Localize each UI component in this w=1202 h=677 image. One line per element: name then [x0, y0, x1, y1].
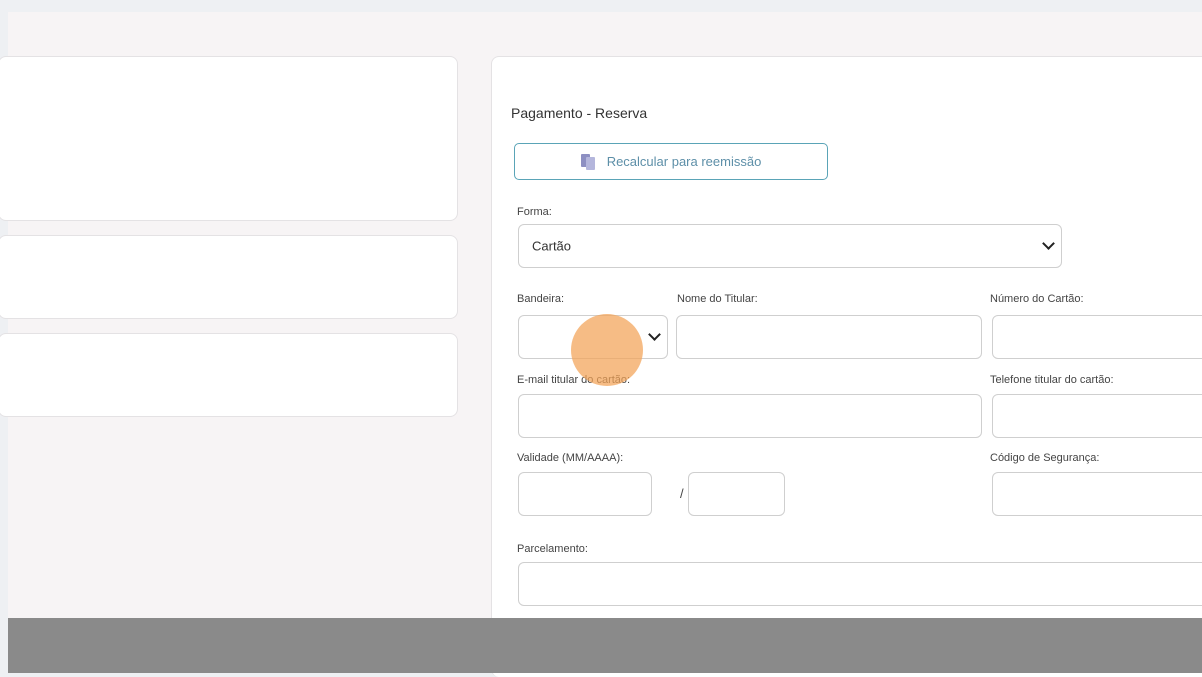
forma-select-value: Cartão — [532, 238, 572, 254]
validade-label: Validade (MM/AAAA): — [517, 452, 624, 464]
validade-month-input[interactable] — [518, 472, 652, 516]
codigo-seguranca-input[interactable] — [992, 472, 1202, 516]
recalc-button[interactable]: Recalcular para reemissão — [514, 143, 828, 180]
bandeira-label: Bandeira: — [517, 293, 565, 305]
documents-icon — [580, 153, 595, 170]
bandeira-select[interactable] — [518, 315, 668, 359]
forma-label: Forma: — [517, 206, 552, 218]
email-titular-label: E-mail titular do cartão: — [517, 374, 631, 386]
forma-select[interactable]: Cartão — [518, 224, 1062, 268]
codigo-seguranca-label: Código de Segurança: — [990, 452, 1100, 464]
chevron-down-icon — [1042, 237, 1055, 250]
validade-year-input[interactable] — [688, 472, 785, 516]
footer-bar — [8, 618, 1202, 673]
left-panel-card-3 — [0, 333, 458, 417]
nome-titular-input[interactable] — [676, 315, 982, 359]
numero-cartao-label: Número do Cartão: — [990, 293, 1084, 305]
telefone-titular-input[interactable] — [992, 394, 1202, 438]
payment-title: Pagamento - Reserva — [511, 105, 648, 121]
chevron-down-icon — [648, 328, 661, 341]
telefone-titular-label: Telefone titular do cartão: — [990, 374, 1114, 386]
payment-panel: Pagamento - Reserva Recalcular para reem… — [491, 56, 1202, 677]
left-panel-card-1 — [0, 56, 458, 221]
numero-cartao-input[interactable] — [992, 315, 1202, 359]
parcelamento-label: Parcelamento: — [517, 543, 588, 555]
page-background: Pagamento - Reserva Recalcular para reem… — [0, 12, 1202, 677]
email-titular-input[interactable] — [518, 394, 982, 438]
parcelamento-select[interactable] — [518, 562, 1202, 606]
validade-separator: / — [680, 486, 684, 501]
recalc-button-label: Recalcular para reemissão — [606, 154, 762, 169]
nome-titular-label: Nome do Titular: — [677, 293, 758, 305]
left-panel-card-2 — [0, 235, 458, 319]
